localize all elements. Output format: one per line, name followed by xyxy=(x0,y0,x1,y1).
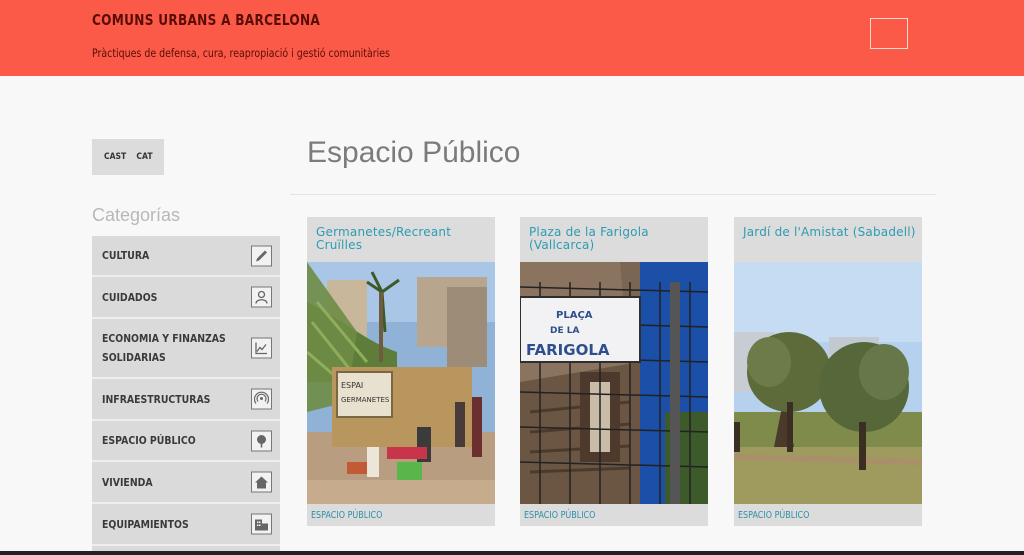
card-image[interactable]: ESPAI GERMANETES xyxy=(307,262,495,504)
espai-germanetes-sign: ESPAI xyxy=(341,381,363,390)
card-title[interactable]: Plaza de la Farigola (Vallcarca) xyxy=(529,226,704,252)
svg-text:GERMANETES: GERMANETES xyxy=(341,396,390,404)
people-icon xyxy=(251,286,272,308)
tree-icon xyxy=(251,430,272,451)
card-category-link[interactable]: ESPACIO PÚBLICO xyxy=(738,510,809,521)
category-item-cuidados[interactable]: CUIDADOS xyxy=(92,277,280,319)
post-card-farigola[interactable]: Plaza de la Farigola (Vallcarca) PLAÇA D… xyxy=(520,217,708,526)
category-item-cultura[interactable]: CULTURA xyxy=(92,236,280,277)
placa-sign: PLAÇA xyxy=(556,310,593,321)
category-item-infraestructuras[interactable]: INFRAESTRUCTURAS xyxy=(92,379,280,421)
card-image[interactable]: PLAÇA DE LA FARIGOLA xyxy=(520,262,708,504)
page-title: Espacio Público xyxy=(307,136,521,169)
site-tagline: Pràctiques de defensa, cura, reapropiaci… xyxy=(92,46,390,60)
bottom-edge xyxy=(0,551,1024,555)
category-item-espacio-publico[interactable]: ESPACIO PÚBLICO xyxy=(92,421,280,462)
lang-cat-link[interactable]: CAT xyxy=(137,152,153,162)
lang-cast-link[interactable]: CAST xyxy=(104,152,126,162)
card-title[interactable]: Germanetes/Recreant Cruïlles xyxy=(316,226,491,252)
pencil-icon xyxy=(251,245,272,266)
menu-toggle-button[interactable] xyxy=(870,18,908,49)
card-image[interactable] xyxy=(734,262,922,504)
title-divider xyxy=(290,194,936,195)
category-label: ECONOMIA Y FINANZAS SOLIDARIAS xyxy=(102,332,226,364)
category-item-equipamientos[interactable]: EQUIPAMIENTOS xyxy=(92,504,280,546)
card-category-link[interactable]: ESPACIO PÚBLICO xyxy=(524,510,595,521)
svg-text:DE LA: DE LA xyxy=(550,326,579,336)
category-label: CUIDADOS xyxy=(102,290,158,304)
house-icon xyxy=(251,471,272,493)
antenna-icon xyxy=(251,388,272,410)
site-header: COMUNS URBANS A BARCELONA Pràctiques de … xyxy=(0,0,1024,76)
category-list: CULTURA CUIDADOS ECONOMIA Y FINANZAS SOL… xyxy=(92,236,280,554)
category-label: INFRAESTRUCTURAS xyxy=(102,392,211,406)
category-item-economia[interactable]: ECONOMIA Y FINANZAS SOLIDARIAS xyxy=(92,319,280,379)
site-title[interactable]: COMUNS URBANS A BARCELONA xyxy=(92,11,320,29)
categories-heading: Categorías xyxy=(92,205,181,225)
category-label: EQUIPAMIENTOS xyxy=(102,517,189,531)
category-label: CULTURA xyxy=(102,249,150,262)
category-item-vivienda[interactable]: VIVIENDA xyxy=(92,462,280,504)
svg-text:FARIGOLA: FARIGOLA xyxy=(526,341,610,359)
category-label: VIVIENDA xyxy=(102,475,153,489)
category-label: ESPACIO PÚBLICO xyxy=(102,434,196,447)
card-category-link[interactable]: ESPACIO PÚBLICO xyxy=(311,510,382,521)
chart-icon xyxy=(251,337,272,359)
building-icon xyxy=(251,513,272,535)
card-title[interactable]: Jardí de l'Amistat (Sabadell) xyxy=(743,226,918,239)
language-switcher: CAST CAT xyxy=(92,139,164,175)
post-card-amistat[interactable]: Jardí de l'Amistat (Sabadell) ESPACIO PÚ… xyxy=(734,217,922,526)
post-card-germanetes[interactable]: Germanetes/Recreant Cruïlles ESPAI GERMA… xyxy=(307,217,495,526)
